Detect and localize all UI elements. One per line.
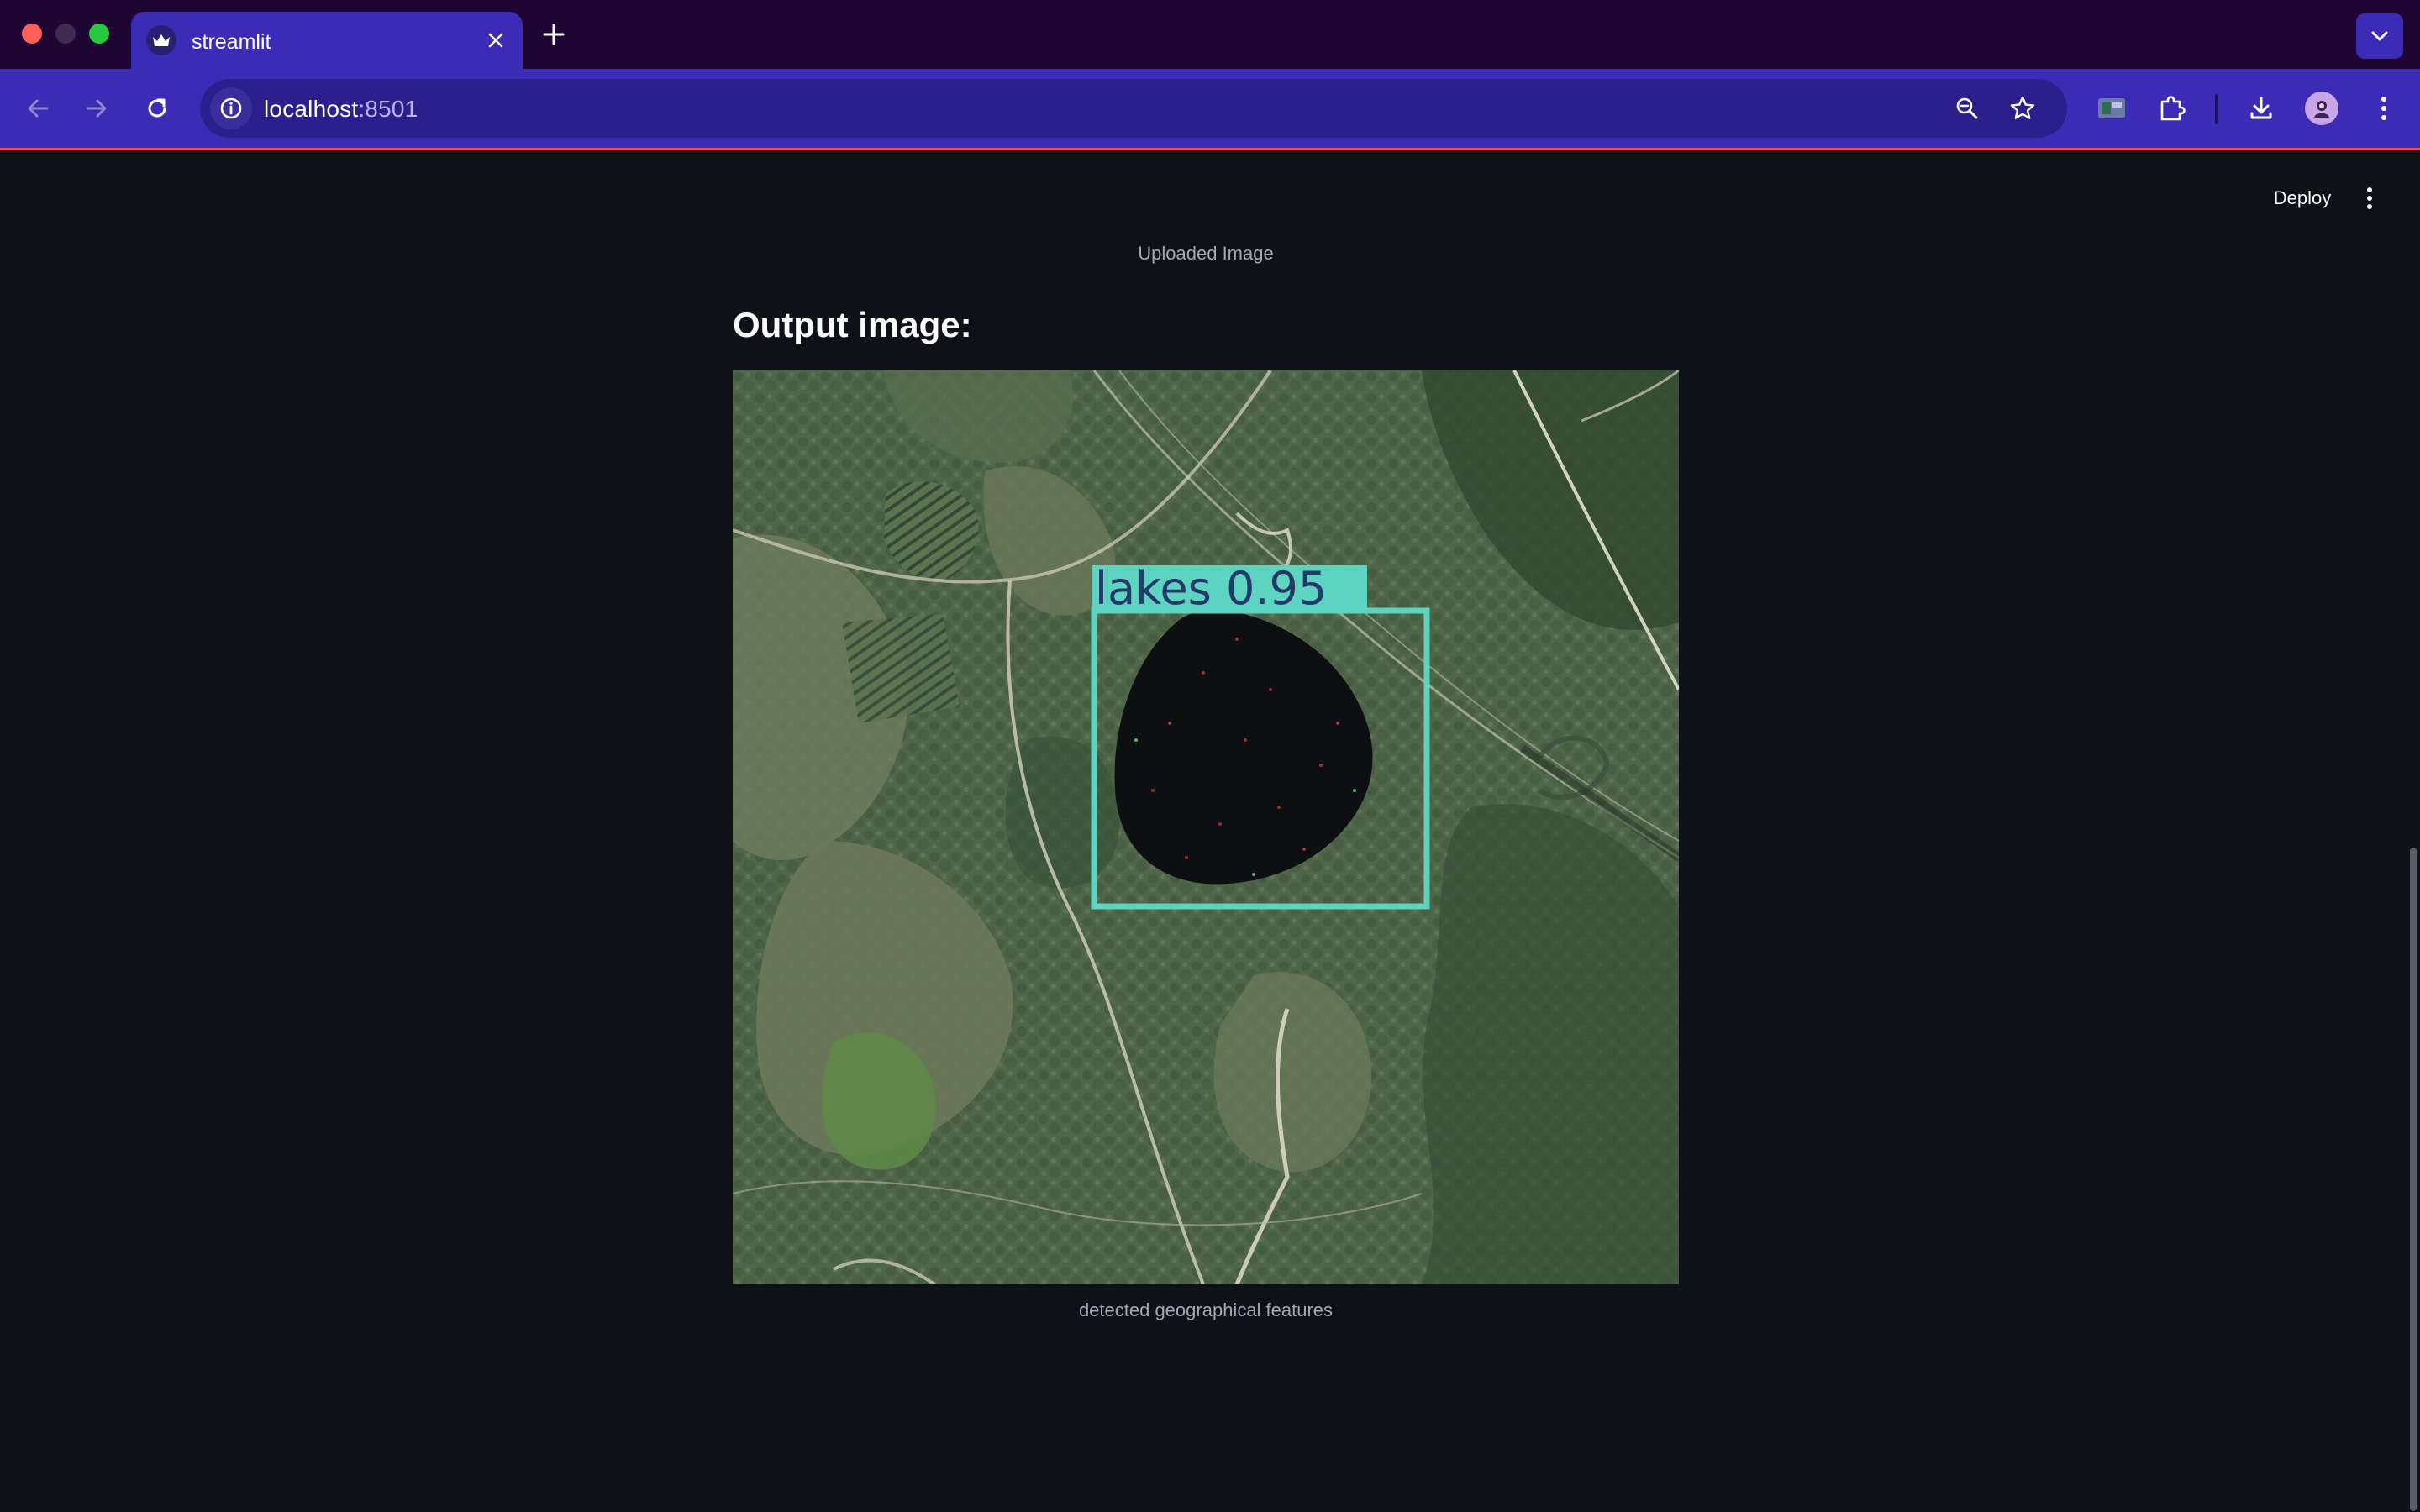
address-bar[interactable]: localhost:8501	[200, 79, 2067, 138]
new-tab-plus-icon[interactable]	[538, 18, 570, 50]
download-icon[interactable]	[2242, 89, 2281, 128]
streamlit-app: Deploy Uploaded Image Output image: lake…	[0, 150, 2420, 1512]
minimize-window-button[interactable]	[55, 24, 76, 44]
bookmark-star-icon[interactable]	[2005, 91, 2040, 126]
output-image-heading: Output image:	[733, 305, 972, 344]
maximize-window-button[interactable]	[89, 24, 109, 44]
deploy-button[interactable]: Deploy	[2259, 177, 2346, 219]
tab-title: streamlit	[192, 30, 271, 54]
site-info-icon[interactable]	[210, 87, 252, 129]
page-scrollbar[interactable]	[2410, 848, 2417, 1511]
toolbar-divider	[2215, 94, 2218, 124]
streamlit-crown-icon	[146, 25, 176, 55]
url-host: localhost	[264, 96, 359, 122]
reload-icon[interactable]	[138, 89, 176, 128]
browser-toolbar: localhost:8501	[0, 69, 2420, 148]
uploaded-image-caption: Uploaded Image	[1138, 243, 1274, 264]
zoom-icon[interactable]	[1949, 91, 1985, 126]
url-text: localhost:8501	[264, 96, 418, 123]
extension-icon[interactable]	[2092, 89, 2131, 128]
close-window-button[interactable]	[22, 24, 42, 44]
detection-label: lakes 0.95	[1095, 562, 1327, 615]
browser-tab-bar: streamlit	[0, 0, 2420, 69]
detection-output-image: lakes 0.95	[733, 370, 1679, 1284]
output-image-caption: detected geographical features	[1078, 1299, 1334, 1320]
browser-menu-icon[interactable]	[2365, 89, 2403, 128]
profile-avatar-icon[interactable]	[2302, 89, 2341, 128]
tab-close-icon[interactable]	[484, 29, 508, 52]
extensions-puzzle-icon[interactable]	[2153, 89, 2191, 128]
forward-arrow-icon[interactable]	[77, 89, 116, 128]
app-main-menu-icon[interactable]	[2351, 179, 2388, 218]
back-arrow-icon[interactable]	[18, 89, 57, 128]
tab-search-chevron-icon[interactable]	[2356, 13, 2403, 59]
browser-tab[interactable]: streamlit	[131, 12, 523, 69]
url-port: :8501	[358, 96, 418, 122]
